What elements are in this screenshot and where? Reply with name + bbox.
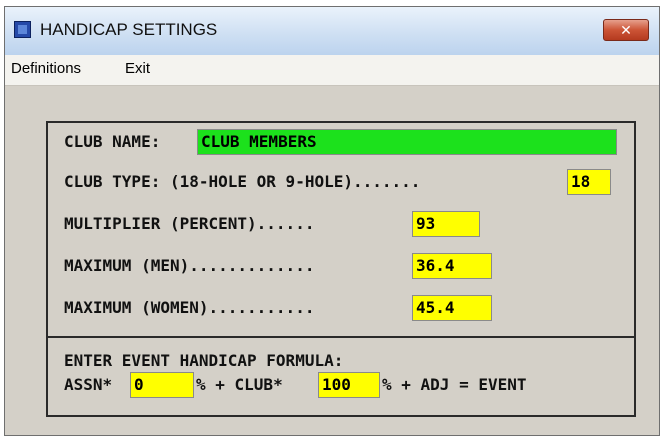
menu-bar: Definitions Exit [5,55,659,86]
close-button[interactable]: ✕ [603,19,649,41]
club-name-field[interactable]: CLUB MEMBERS [197,129,617,155]
max-women-field[interactable]: 45.4 [412,295,492,321]
club-type-field[interactable]: 18 [567,169,611,195]
menu-exit[interactable]: Exit [125,60,150,77]
club-name-label: CLUB NAME: [64,132,161,151]
assn-label: ASSN* [64,375,113,394]
assn-field[interactable]: 0 [130,372,194,398]
max-men-field[interactable]: 36.4 [412,253,492,279]
window-title: HANDICAP SETTINGS [40,20,218,39]
handicap-settings-window: HANDICAP SETTINGS ✕ Definitions Exit CLU… [4,6,660,436]
max-men-label: MAXIMUM (MEN)............. [64,256,315,275]
formula-heading: ENTER EVENT HANDICAP FORMULA: [64,351,344,370]
multiplier-label: MULTIPLIER (PERCENT)...... [64,214,315,233]
app-icon [14,21,31,38]
multiplier-field[interactable]: 93 [412,211,480,237]
club-suffix: % + ADJ = EVENT [382,375,527,394]
settings-panel: CLUB NAME: CLUB MEMBERS CLUB TYPE: (18-H… [46,121,636,417]
club-percent-field[interactable]: 100 [318,372,380,398]
title-bar[interactable]: HANDICAP SETTINGS ✕ [5,7,659,55]
assn-suffix: % + CLUB* [196,375,283,394]
max-women-label: MAXIMUM (WOMEN)........... [64,298,315,317]
panel-divider [48,336,634,338]
menu-definitions[interactable]: Definitions [11,60,81,77]
club-type-label: CLUB TYPE: (18-HOLE OR 9-HOLE)....... [64,172,421,191]
